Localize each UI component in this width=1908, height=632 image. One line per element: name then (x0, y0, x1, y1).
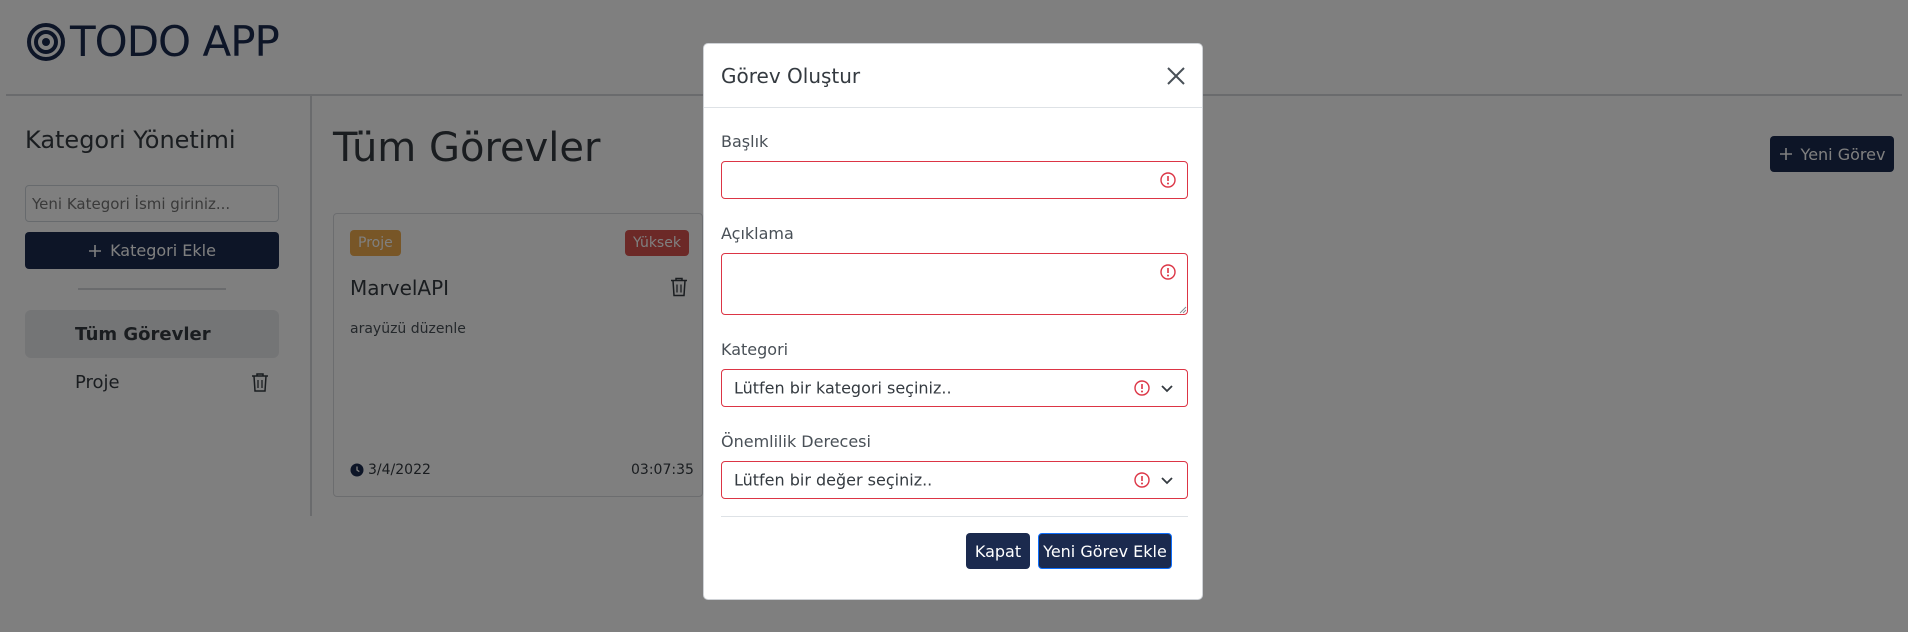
category-select[interactable]: Lütfen bir kategori seçiniz.. (721, 369, 1188, 407)
chevron-down-icon (1161, 385, 1173, 393)
create-task-modal: Görev Oluştur Başlık Açıklama Kategori L… (703, 43, 1203, 600)
warning-icon (1134, 472, 1150, 488)
priority-label: Önemlilik Derecesi (721, 432, 871, 451)
category-label: Kategori (721, 340, 789, 359)
modal-footer-divider (721, 516, 1188, 517)
close-button[interactable]: Kapat (966, 533, 1030, 569)
chevron-down-icon (1161, 477, 1173, 485)
close-icon[interactable] (1166, 66, 1186, 86)
priority-select-value: Lütfen bir değer seçiniz.. (734, 470, 933, 490)
priority-select[interactable]: Lütfen bir değer seçiniz.. (721, 461, 1188, 499)
resize-handle-icon[interactable] (1177, 304, 1187, 314)
description-label: Açıklama (721, 224, 794, 243)
category-select-value: Lütfen bir kategori seçiniz.. (734, 378, 952, 398)
warning-icon (1160, 172, 1176, 188)
modal-title: Görev Oluştur (721, 64, 861, 88)
add-task-button[interactable]: Yeni Görev Ekle (1038, 533, 1172, 569)
title-field[interactable] (721, 161, 1188, 199)
description-field[interactable] (721, 253, 1188, 315)
warning-icon (1160, 264, 1176, 280)
warning-icon (1134, 380, 1150, 396)
modal-header: Görev Oluştur (704, 44, 1202, 108)
title-label: Başlık (721, 132, 769, 151)
